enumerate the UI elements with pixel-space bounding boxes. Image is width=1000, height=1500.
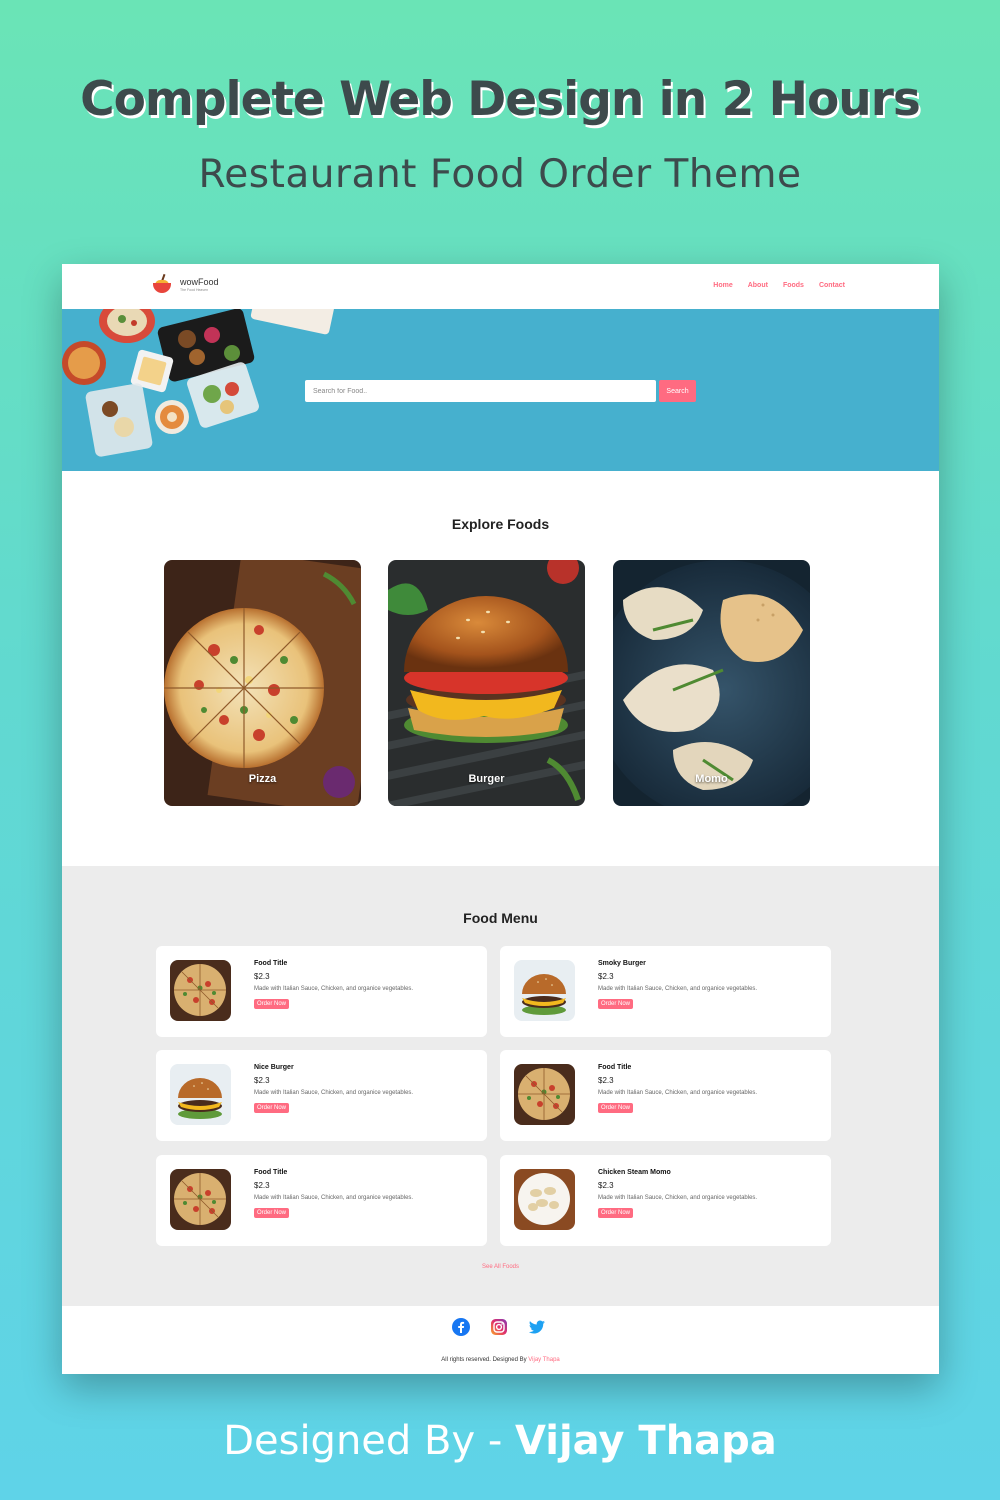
nav-links: Home About Foods Contact: [713, 282, 845, 289]
burger-thumbnail: [514, 960, 575, 1021]
nav-link-home[interactable]: Home: [713, 282, 732, 289]
search-input[interactable]: [305, 380, 656, 402]
menu-item-description: Made with Italian Sauce, Chicken, and or…: [598, 1195, 758, 1201]
menu-item-card: Food Title $2.3 Made with Italian Sauce, C…: [156, 1155, 487, 1246]
nav-link-contact[interactable]: Contact: [819, 282, 845, 289]
logo-name: wowFood: [180, 276, 219, 287]
website-mockup: wowFood The Food Heaven Home About Foods…: [62, 264, 939, 1374]
pizza-thumbnail: [514, 1064, 575, 1125]
copyright-text: All rights reserved. Designed By Vijay T…: [62, 1357, 939, 1363]
copyright-label: All rights reserved. Designed By: [441, 1357, 529, 1363]
social-links: [452, 1318, 546, 1336]
menu-item-title: Food Title: [254, 1169, 288, 1176]
explore-foods-section: Explore Foods Pizza Burger Momo: [62, 471, 939, 866]
see-all-foods-link[interactable]: See All Foods: [62, 1264, 939, 1270]
menu-item-card: Food Title $2.3 Made with Italian Sauce, C…: [500, 1050, 831, 1141]
order-now-button[interactable]: Order Now: [598, 1208, 634, 1218]
menu-item-card: Chicken Steam Momo $2.3 Made with Italian …: [500, 1155, 831, 1246]
category-label: Burger: [468, 773, 505, 785]
logo-tagline: The Food Heaven: [180, 287, 209, 292]
footer: All rights reserved. Designed By Vijay T…: [62, 1306, 939, 1374]
category-label: Pizza: [248, 773, 277, 785]
food-menu-section: Food Menu Food Title $2.3 Made with Italia…: [62, 866, 939, 1306]
menu-item-description: Made with Italian Sauce, Chicken, and or…: [598, 1090, 758, 1096]
facebook-icon[interactable]: [452, 1318, 470, 1336]
menu-item-price: $2.3: [254, 972, 270, 981]
category-label: Momo: [695, 773, 728, 785]
order-now-button[interactable]: Order Now: [598, 999, 634, 1009]
explore-foods-title: Explore Foods: [451, 516, 550, 532]
credit-prefix: Designed By -: [223, 1418, 515, 1464]
momo-thumbnail: [514, 1169, 575, 1230]
menu-item-price: $2.3: [598, 1181, 614, 1190]
pizza-image: [164, 560, 361, 806]
poster-credit: Designed By - Vijay Thapa: [0, 1418, 1000, 1464]
menu-item-description: Made with Italian Sauce, Chicken, and or…: [598, 986, 758, 992]
hero-search-section: Search: [62, 309, 939, 471]
pizza-thumbnail: [170, 960, 231, 1021]
menu-item-description: Made with Italian Sauce, Chicken, and or…: [254, 986, 414, 992]
menu-item-price: $2.3: [254, 1076, 270, 1085]
author-link[interactable]: Vijay Thapa: [528, 1357, 559, 1363]
menu-item-price: $2.3: [598, 972, 614, 981]
nav-link-foods[interactable]: Foods: [783, 282, 804, 289]
poster-subtitle: Restaurant Food Order Theme: [198, 152, 802, 197]
menu-item-title: Food Title: [254, 960, 288, 967]
momo-image: [613, 560, 810, 806]
logo[interactable]: wowFood The Food Heaven: [152, 273, 219, 296]
navbar: wowFood The Food Heaven Home About Foods…: [62, 264, 939, 309]
instagram-icon[interactable]: [490, 1318, 508, 1336]
order-now-button[interactable]: Order Now: [598, 1103, 634, 1113]
nav-link-about[interactable]: About: [748, 282, 768, 289]
menu-item-card: Nice Burger $2.3 Made with Italian Sauce, …: [156, 1050, 487, 1141]
search-button[interactable]: Search: [659, 380, 696, 402]
menu-item-title: Food Title: [598, 1064, 632, 1071]
menu-item-description: Made with Italian Sauce, Chicken, and or…: [254, 1090, 414, 1096]
poster-title: Complete Web Design in 2 Hours: [80, 72, 921, 127]
menu-item-description: Made with Italian Sauce, Chicken, and or…: [254, 1195, 414, 1201]
menu-item-title: Nice Burger: [254, 1064, 294, 1071]
menu-item-card: Food Title $2.3 Made with Italian Sauce, C…: [156, 946, 487, 1037]
menu-item-price: $2.3: [598, 1076, 614, 1085]
burger-thumbnail: [170, 1064, 231, 1125]
menu-item-title: Chicken Steam Momo: [598, 1169, 671, 1176]
menu-item-card: Smoky Burger $2.3 Made with Italian Sauce,…: [500, 946, 831, 1037]
category-card-momo[interactable]: Momo: [613, 560, 810, 806]
twitter-icon[interactable]: [528, 1318, 546, 1336]
food-menu-title: Food Menu: [463, 910, 538, 926]
order-now-button[interactable]: Order Now: [254, 999, 290, 1009]
menu-item-price: $2.3: [254, 1181, 270, 1190]
order-now-button[interactable]: Order Now: [254, 1103, 290, 1113]
pizza-thumbnail: [170, 1169, 231, 1230]
order-now-button[interactable]: Order Now: [254, 1208, 290, 1218]
burger-image: [388, 560, 585, 806]
category-card-burger[interactable]: Burger: [388, 560, 585, 806]
category-card-pizza[interactable]: Pizza: [164, 560, 361, 806]
menu-item-title: Smoky Burger: [598, 960, 646, 967]
bowl-icon: [152, 273, 172, 296]
credit-name: Vijay Thapa: [514, 1418, 777, 1464]
